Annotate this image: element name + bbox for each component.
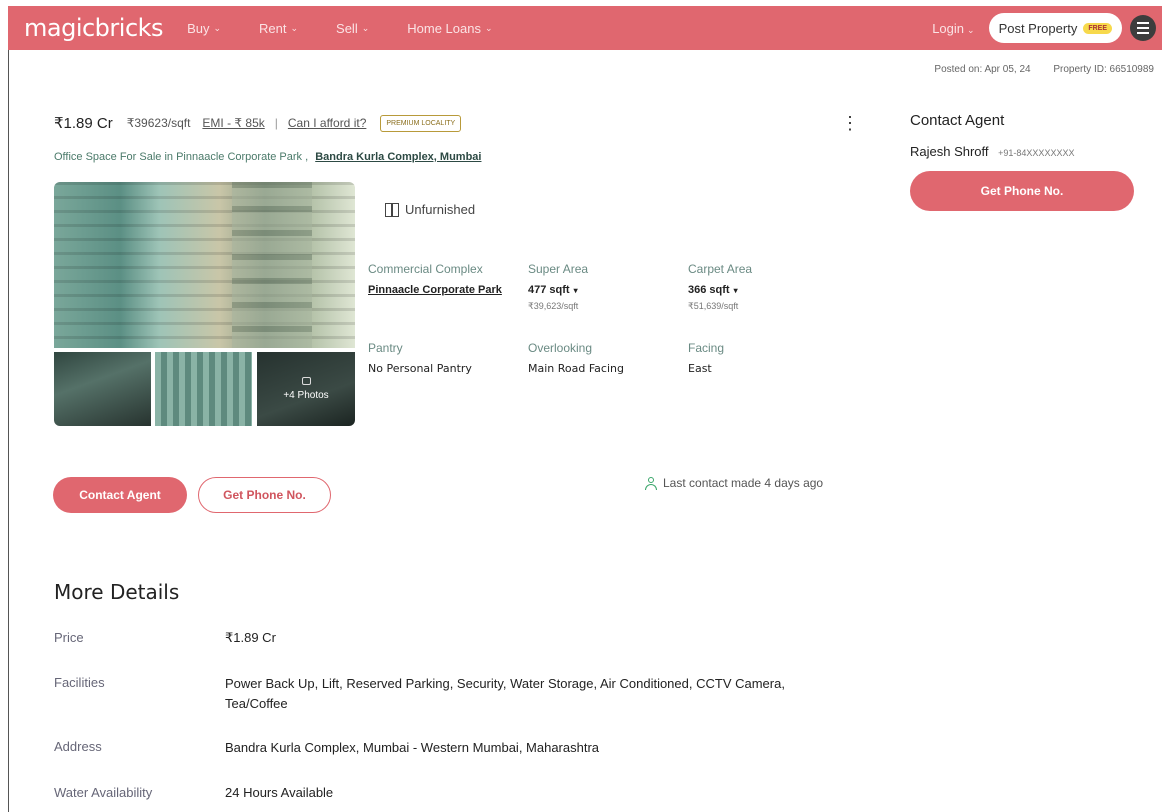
agent-name: Rajesh Shroff bbox=[910, 144, 989, 159]
carpet-area-value[interactable]: 366 sqft ▾ bbox=[688, 281, 752, 300]
divider: | bbox=[274, 116, 278, 130]
more-options-icon[interactable]: ⋮ bbox=[841, 114, 859, 132]
chevron-down-icon: ⌄ bbox=[213, 22, 222, 33]
agent-card-title: Contact Agent bbox=[910, 112, 1005, 129]
nav-rent[interactable]: Rent ⌄ bbox=[259, 21, 298, 36]
spec-commercial-complex: Commercial Complex Pinnaacle Corporate P… bbox=[368, 262, 508, 299]
complex-link[interactable]: Pinnaacle Corporate Park bbox=[368, 281, 508, 299]
premium-locality-badge: PREMIUM LOCALITY bbox=[380, 114, 462, 132]
facing-value: East bbox=[688, 362, 712, 375]
spec-label: Super Area bbox=[528, 262, 589, 276]
caret-down-icon: ▾ bbox=[733, 286, 738, 295]
super-area-text: 477 sqft bbox=[528, 284, 570, 296]
spec-super-area: Super Area 477 sqft ▾ ₹39,623/sqft bbox=[528, 262, 588, 312]
hamburger-menu-icon[interactable] bbox=[1130, 15, 1156, 41]
price-row: ₹1.89 Cr ₹39623/sqft EMI - ₹ 85k | Can I… bbox=[54, 114, 462, 132]
spec-label: Commercial Complex bbox=[368, 262, 483, 276]
agent-phone-masked: +91-84XXXXXXXX bbox=[998, 148, 1075, 158]
spec-facing: Facing East bbox=[688, 341, 724, 378]
top-navigation-bar: magicbricks Buy ⌄ Rent ⌄ Sell ⌄ Home Loans ⌄… bbox=[8, 6, 1162, 50]
chevron-down-icon: ⌄ bbox=[484, 22, 493, 33]
detail-label-address: Address bbox=[54, 739, 102, 754]
chevron-down-icon: ⌄ bbox=[967, 24, 975, 35]
thumbnail-photo[interactable] bbox=[155, 352, 252, 426]
listing-meta: Posted on: Apr 05, 24 Property ID: 66510… bbox=[914, 64, 1154, 75]
photo-gallery: +4 Photos bbox=[54, 182, 355, 426]
main-photo[interactable] bbox=[54, 182, 355, 348]
super-area-rate: ₹39,623/sqft bbox=[528, 301, 579, 311]
detail-value-facilities: Power Back Up, Lift, Reserved Parking, S… bbox=[225, 676, 785, 711]
overlooking-value: Main Road Facing bbox=[528, 362, 624, 375]
main-nav: Buy ⌄ Rent ⌄ Sell ⌄ Home Loans ⌄ bbox=[187, 21, 530, 36]
spec-overlooking: Overlooking Main Road Facing bbox=[528, 341, 624, 378]
contact-agent-button[interactable]: Contact Agent bbox=[53, 477, 187, 513]
login-label: Login bbox=[932, 20, 965, 36]
spec-carpet-area: Carpet Area 366 sqft ▾ ₹51,639/sqft bbox=[688, 262, 752, 312]
nav-buy[interactable]: Buy ⌄ bbox=[187, 21, 221, 36]
furniture-icon bbox=[385, 202, 399, 217]
caret-down-icon: ▾ bbox=[573, 286, 578, 295]
last-contact-text: Last contact made 4 days ago bbox=[663, 476, 824, 490]
nav-sell-label: Sell bbox=[336, 20, 358, 36]
get-phone-button[interactable]: Get Phone No. bbox=[198, 477, 331, 513]
carpet-area-text: 366 sqft bbox=[688, 284, 730, 296]
detail-value-water: 24 Hours Available bbox=[225, 785, 334, 800]
login-menu[interactable]: Login ⌄ bbox=[932, 21, 974, 36]
pantry-value: No Personal Pantry bbox=[368, 362, 472, 375]
listing-title: Office Space For Sale in Pinnaacle Corpo… bbox=[54, 151, 481, 163]
detail-label-price: Price bbox=[54, 630, 84, 645]
listing-title-text: Office Space For Sale in Pinnaacle Corpo… bbox=[54, 151, 309, 163]
more-photos-thumbnail[interactable]: +4 Photos bbox=[257, 352, 355, 426]
chevron-down-icon: ⌄ bbox=[290, 22, 299, 33]
emi-link[interactable]: EMI - ₹ 85k bbox=[202, 116, 264, 130]
page-border bbox=[8, 50, 9, 812]
nav-buy-label: Buy bbox=[187, 20, 210, 36]
agent-info: Rajesh Shroff +91-84XXXXXXXX bbox=[910, 144, 1074, 159]
free-badge: FREE bbox=[1083, 22, 1112, 34]
spec-label: Overlooking bbox=[528, 341, 593, 355]
chevron-down-icon: ⌄ bbox=[361, 22, 370, 33]
spec-label: Pantry bbox=[368, 341, 403, 355]
price-per-sqft: ₹39623/sqft bbox=[126, 116, 191, 130]
posted-on: Posted on: Apr 05, 24 bbox=[934, 64, 1031, 75]
nav-home-loans[interactable]: Home Loans ⌄ bbox=[407, 21, 492, 36]
property-id: Property ID: 66510989 bbox=[1053, 64, 1154, 75]
more-details-heading: More Details bbox=[54, 580, 180, 604]
carpet-area-rate: ₹51,639/sqft bbox=[688, 301, 739, 311]
thumbnail-photo[interactable] bbox=[54, 352, 151, 426]
site-logo[interactable]: magicbricks bbox=[24, 14, 164, 42]
detail-label-water: Water Availability bbox=[54, 785, 153, 800]
detail-value-address: Bandra Kurla Complex, Mumbai - Western M… bbox=[225, 740, 600, 755]
furnishing-status: Unfurnished bbox=[385, 202, 475, 217]
detail-label-facilities: Facilities bbox=[54, 675, 105, 690]
user-icon bbox=[645, 476, 657, 490]
spec-label: Carpet Area bbox=[688, 262, 753, 276]
last-contact-info: Last contact made 4 days ago bbox=[645, 476, 823, 490]
camera-icon bbox=[301, 377, 311, 385]
post-property-label: Post Property bbox=[998, 20, 1078, 36]
header-right: Login ⌄ Post Property FREE bbox=[932, 13, 1156, 43]
furnishing-label: Unfurnished bbox=[405, 202, 476, 217]
post-property-button[interactable]: Post Property FREE bbox=[988, 13, 1122, 43]
nav-rent-label: Rent bbox=[259, 20, 287, 36]
spec-label: Facing bbox=[688, 341, 725, 355]
agent-get-phone-button[interactable]: Get Phone No. bbox=[910, 171, 1134, 211]
super-area-value[interactable]: 477 sqft ▾ bbox=[528, 281, 588, 300]
price: ₹1.89 Cr bbox=[54, 115, 113, 132]
detail-value-price: ₹1.89 Cr bbox=[225, 630, 276, 645]
nav-sell[interactable]: Sell ⌄ bbox=[336, 21, 369, 36]
afford-link[interactable]: Can I afford it? bbox=[288, 116, 367, 130]
location-link[interactable]: Bandra Kurla Complex, Mumbai bbox=[315, 151, 481, 163]
spec-pantry: Pantry No Personal Pantry bbox=[368, 341, 472, 378]
more-photos-label: +4 Photos bbox=[283, 390, 329, 401]
nav-home-loans-label: Home Loans bbox=[407, 20, 481, 36]
